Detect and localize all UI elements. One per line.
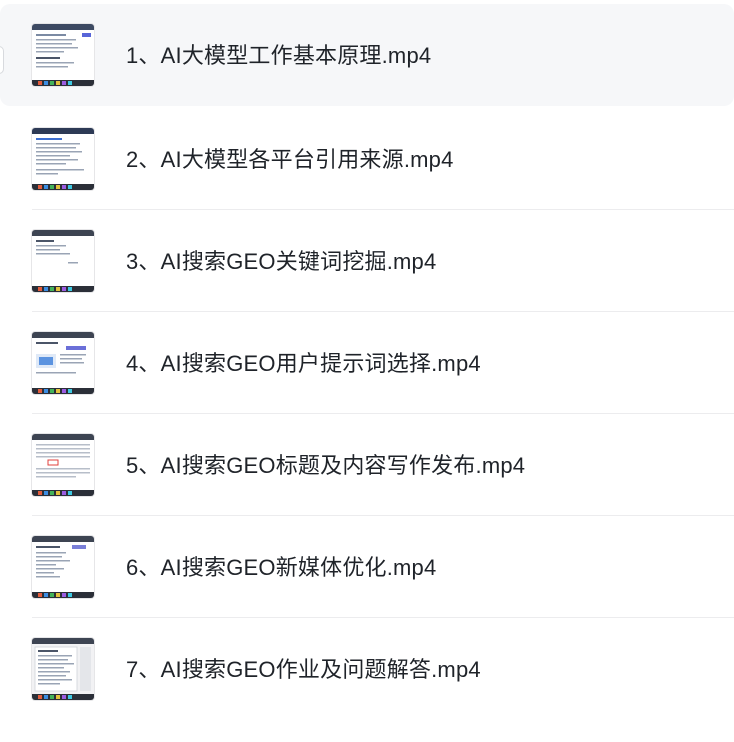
file-row-2[interactable]: 2、AI大模型各平台引用来源.mp4 — [0, 108, 734, 210]
file-name: 5、AI搜索GEO标题及内容写作发布.mp4 — [126, 453, 526, 478]
file-row-6[interactable]: 6、AI搜索GEO新媒体优化.mp4 — [0, 516, 734, 618]
file-row-5[interactable]: 5、AI搜索GEO标题及内容写作发布.mp4 — [0, 414, 734, 516]
file-row-7[interactable]: 7、AI搜索GEO作业及问题解答.mp4 — [0, 618, 734, 720]
video-thumbnail — [32, 128, 94, 190]
video-thumbnail — [32, 24, 94, 86]
video-thumbnail — [32, 536, 94, 598]
video-thumbnail — [32, 230, 94, 292]
file-row-1[interactable]: 1、AI大模型工作基本原理.mp4 — [0, 4, 734, 106]
file-name: 2、AI大模型各平台引用来源.mp4 — [126, 147, 454, 172]
video-thumbnail — [32, 332, 94, 394]
video-thumbnail — [32, 638, 94, 700]
file-name: 3、AI搜索GEO关键词挖掘.mp4 — [126, 249, 437, 274]
file-name: 4、AI搜索GEO用户提示词选择.mp4 — [126, 351, 481, 376]
file-name: 6、AI搜索GEO新媒体优化.mp4 — [126, 555, 437, 580]
video-thumbnail — [32, 434, 94, 496]
file-name: 1、AI大模型工作基本原理.mp4 — [126, 43, 432, 68]
file-row-4[interactable]: 4、AI搜索GEO用户提示词选择.mp4 — [0, 312, 734, 414]
file-row-3[interactable]: 3、AI搜索GEO关键词挖掘.mp4 — [0, 210, 734, 312]
row-handle — [0, 46, 4, 74]
file-name: 7、AI搜索GEO作业及问题解答.mp4 — [126, 657, 481, 682]
